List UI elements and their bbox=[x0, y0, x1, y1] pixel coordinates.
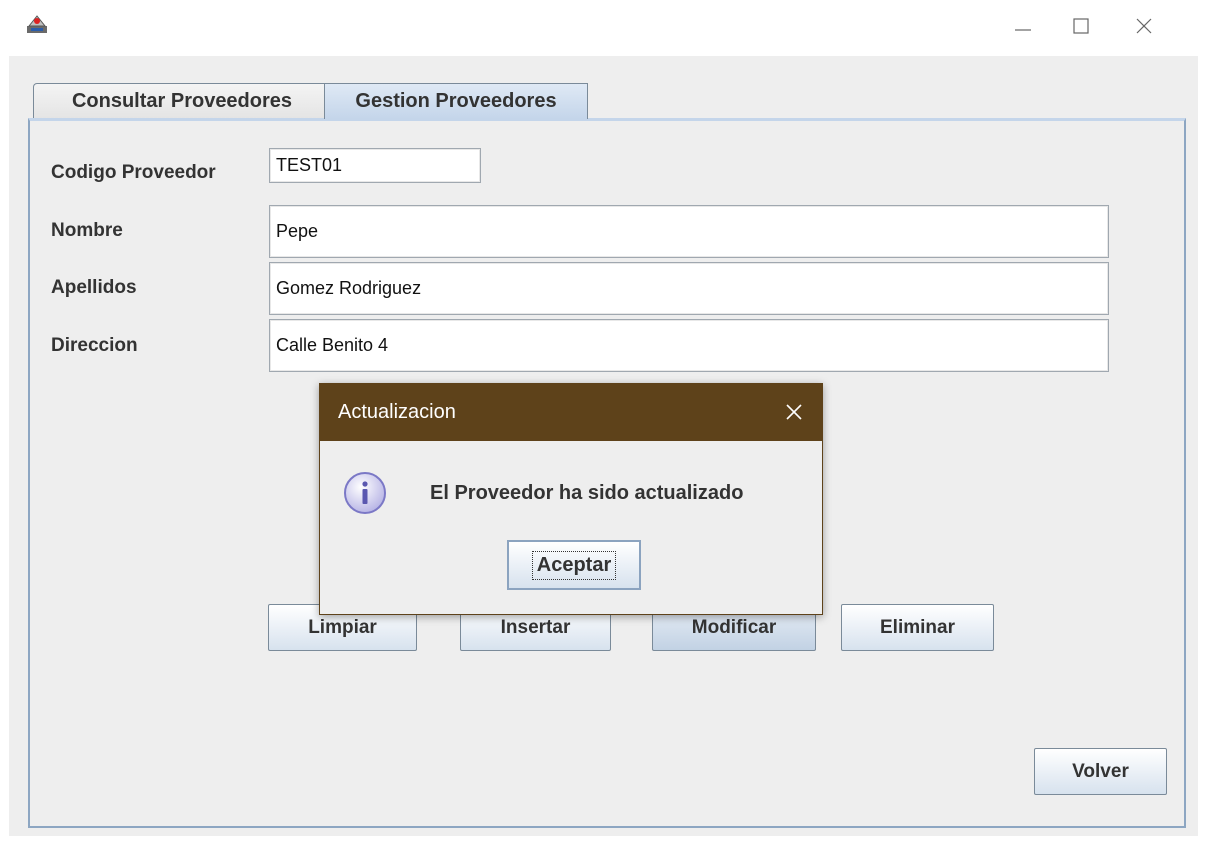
tab-gestion-proveedores[interactable]: Gestion Proveedores bbox=[324, 83, 588, 119]
codigo-proveedor-label: Codigo Proveedor bbox=[51, 162, 216, 183]
direccion-input[interactable]: Calle Benito 4 bbox=[269, 319, 1109, 372]
nombre-label: Nombre bbox=[51, 220, 123, 241]
java-app-icon bbox=[25, 12, 49, 36]
tab-label: Gestion Proveedores bbox=[355, 90, 557, 112]
info-icon bbox=[342, 470, 388, 516]
dialog-title: Actualizacion bbox=[338, 401, 456, 423]
maximize-icon[interactable] bbox=[1058, 10, 1104, 42]
codigo-proveedor-input[interactable]: TEST01 bbox=[269, 148, 481, 183]
volver-button[interactable]: Volver bbox=[1034, 748, 1167, 795]
window-title-bar bbox=[0, 0, 1207, 56]
direccion-label: Direccion bbox=[51, 335, 138, 356]
actualizacion-dialog: Actualizacion El Proveedor ha sido actua… bbox=[319, 383, 823, 615]
apellidos-input[interactable]: Gomez Rodriguez bbox=[269, 262, 1109, 315]
close-icon[interactable] bbox=[1121, 10, 1167, 42]
tab-consultar-proveedores[interactable]: Consultar Proveedores bbox=[33, 83, 331, 119]
dialog-close-icon[interactable] bbox=[780, 398, 808, 426]
aceptar-button-label: Aceptar bbox=[531, 550, 617, 580]
nombre-input[interactable]: Pepe bbox=[269, 205, 1109, 258]
dialog-message: El Proveedor ha sido actualizado bbox=[430, 482, 744, 504]
aceptar-button[interactable]: Aceptar bbox=[507, 540, 641, 590]
apellidos-label: Apellidos bbox=[51, 277, 137, 298]
tab-label: Consultar Proveedores bbox=[71, 90, 293, 112]
dialog-title-bar: Actualizacion bbox=[320, 384, 822, 441]
eliminar-button[interactable]: Eliminar bbox=[841, 604, 994, 651]
minimize-icon[interactable] bbox=[1000, 10, 1046, 42]
